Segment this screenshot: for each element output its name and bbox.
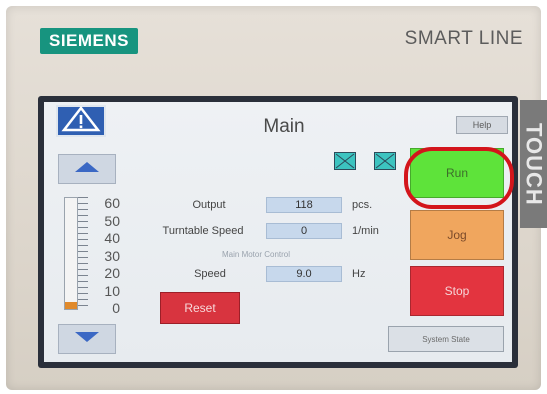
scale-tick-0: 0 [112, 300, 120, 316]
brand-logo: SIEMENS [40, 28, 138, 54]
scale-tick-30: 30 [104, 247, 120, 264]
status-indicator-icon [335, 153, 355, 169]
speed-label: Speed [194, 268, 226, 280]
turntable-speed-value: 0 [266, 223, 342, 239]
status-indicator-2 [374, 152, 396, 170]
arrow-down-icon [73, 330, 101, 349]
output-unit: pcs. [352, 199, 373, 211]
scale-tick-10: 10 [104, 282, 120, 299]
output-label: Output [192, 199, 226, 211]
scroll-down-button[interactable] [58, 324, 116, 354]
jog-button[interactable]: Jog [410, 210, 504, 260]
scale-tick-60: 60 [104, 195, 120, 211]
scale-tick-40: 40 [104, 230, 120, 246]
touch-label: TOUCH [520, 100, 547, 228]
model-label: SMART LINE [404, 28, 523, 49]
gauge-scale: 60 50 40 30 20 10 0 [92, 195, 120, 318]
arrow-up-icon [73, 160, 101, 179]
reset-button[interactable]: Reset [160, 292, 240, 324]
turntable-speed-label: Turntable Speed [162, 225, 244, 237]
gauge-ticks [78, 197, 88, 310]
status-indicator-icon [375, 153, 395, 169]
scroll-up-button[interactable] [58, 154, 116, 184]
warning-triangle-icon [61, 105, 101, 137]
status-indicator-1 [334, 152, 356, 170]
hmi-screen: Main Help 60 50 40 30 20 10 0 Output 118… [44, 102, 512, 362]
gauge-fill [65, 301, 77, 309]
scale-tick-50: 50 [104, 212, 120, 229]
system-state-button[interactable]: System State [388, 326, 504, 352]
section-label: Main Motor Control [222, 250, 291, 259]
scale-tick-20: 20 [104, 265, 120, 281]
level-gauge [64, 197, 78, 310]
turntable-speed-unit: 1/min [352, 225, 379, 237]
help-button[interactable]: Help [456, 116, 508, 134]
run-button-highlight [404, 147, 514, 209]
speed-unit: Hz [352, 268, 366, 280]
warning-button[interactable] [56, 105, 106, 137]
stop-button[interactable]: Stop [410, 266, 504, 316]
speed-value[interactable]: 9.0 [266, 266, 342, 282]
output-value: 118 [266, 197, 342, 213]
page-title: Main [263, 116, 305, 137]
